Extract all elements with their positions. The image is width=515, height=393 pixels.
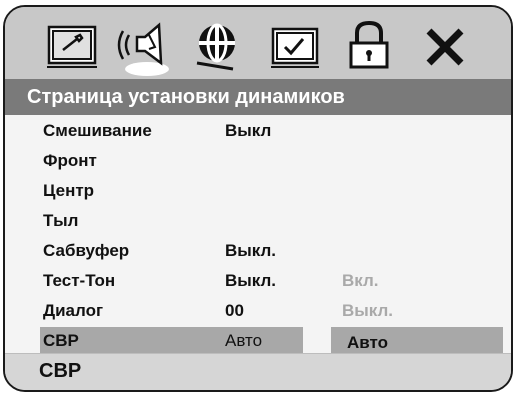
status-text: CBP [39, 360, 82, 382]
setup-window: Страница установки динамиков Смешивание … [3, 5, 513, 392]
setting-label: Сабвуфер [43, 241, 130, 260]
setting-label: Центр [43, 181, 95, 200]
setting-row-front[interactable]: Фронт [5, 147, 511, 175]
option-on[interactable]: Вкл. [342, 267, 379, 295]
video-setup-icon[interactable] [265, 17, 325, 77]
settings-list: Смешивание Выкл Фронт Центр Тыл Сабвуфер… [5, 115, 511, 357]
setting-label: Смешивание [43, 121, 152, 140]
page-title: Страница установки динамиков [5, 79, 511, 115]
audio-setup-icon[interactable] [189, 17, 249, 77]
setting-row-downmix[interactable]: Смешивание Выкл [5, 117, 511, 145]
setting-row-test-tone[interactable]: Тест-Тон Выкл. Вкл. [5, 267, 511, 295]
setting-label: CBP [43, 331, 79, 350]
setting-value: Выкл. [225, 241, 277, 260]
setting-value: 00 [225, 301, 244, 320]
setting-label: Тыл [43, 211, 79, 230]
status-bar: CBP [5, 353, 511, 390]
general-setup-icon[interactable] [43, 17, 103, 77]
toolbar [5, 7, 511, 79]
setting-label: Фронт [43, 151, 97, 170]
lock-icon[interactable] [339, 17, 399, 77]
setting-value: Выкл [225, 121, 272, 140]
setting-label: Диалог [43, 301, 104, 320]
setting-row-rear[interactable]: Тыл [5, 207, 511, 235]
setting-row-cbp[interactable]: CBP Авто Авто [5, 327, 511, 357]
setting-value: Выкл. [225, 271, 277, 290]
option-off[interactable]: Выкл. [342, 297, 393, 325]
speaker-setup-icon[interactable] [115, 17, 175, 77]
setting-row-dialog[interactable]: Диалог 00 Выкл. [5, 297, 511, 325]
setting-row-subwoofer[interactable]: Сабвуфер Выкл. [5, 237, 511, 265]
setting-value: Авто [225, 331, 263, 350]
selection-highlight [40, 327, 303, 355]
exit-icon[interactable] [415, 17, 475, 77]
setting-row-center[interactable]: Центр [5, 177, 511, 205]
setting-label: Тест-Тон [43, 271, 116, 290]
